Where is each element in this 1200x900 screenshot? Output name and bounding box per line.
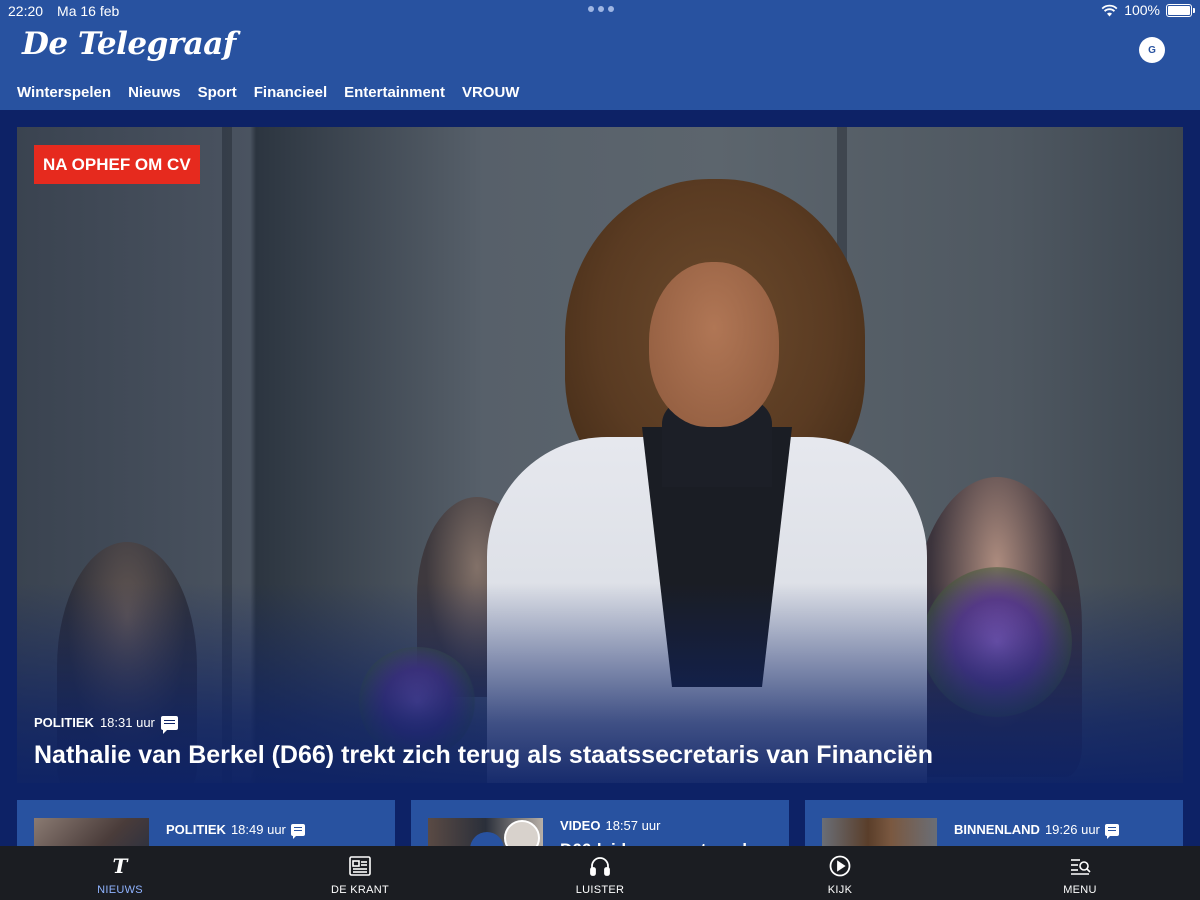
tab-label: KIJK xyxy=(827,884,853,896)
comment-icon xyxy=(160,715,178,734)
card-time: 18:49 uur xyxy=(230,822,286,837)
headphones-icon xyxy=(590,857,610,876)
status-bar: 22:20 Ma 16 feb 100% xyxy=(0,0,1200,22)
hero-article[interactable]: NA OPHEF OM CV POLITIEK 18:31 uur Nathal… xyxy=(17,127,1183,783)
hero-category: POLITIEK xyxy=(34,715,94,730)
account-avatar-button[interactable]: G xyxy=(1139,37,1165,63)
status-date: Ma 16 feb xyxy=(57,3,120,19)
tab-label: LUISTER xyxy=(575,884,625,896)
card-time: 18:57 uur xyxy=(605,818,661,833)
nav-item-nieuws[interactable]: Nieuws xyxy=(128,84,181,101)
menu-search-icon xyxy=(1071,859,1091,875)
multitasking-dots[interactable] xyxy=(588,6,614,12)
card-category: VIDEO xyxy=(560,818,601,833)
tab-luister[interactable]: LUISTER xyxy=(480,846,720,900)
card-category: BINNENLAND xyxy=(954,822,1040,837)
card-category: POLITIEK xyxy=(166,822,226,837)
app-header: De Telegraaf G Winterspelen Nieuws Sport… xyxy=(0,22,1200,110)
tab-de-krant[interactable]: DE KRANT xyxy=(240,846,480,900)
nav-item-winterspelen[interactable]: Winterspelen xyxy=(17,84,111,101)
bottom-tab-bar: T NIEUWS DE KRANT LUISTER KIJK MENU xyxy=(0,846,1200,900)
nav-item-sport[interactable]: Sport xyxy=(198,84,237,101)
comment-icon xyxy=(1104,823,1119,839)
card-time: 19:26 uur xyxy=(1044,822,1100,837)
tab-label: DE KRANT xyxy=(330,884,390,896)
nav-item-financieel[interactable]: Financieel xyxy=(254,84,327,101)
hero-time: 18:31 uur xyxy=(99,715,155,730)
hero-meta: POLITIEK 18:31 uur xyxy=(34,715,178,734)
comment-icon xyxy=(290,823,305,839)
wifi-icon xyxy=(1101,4,1118,16)
telegraaf-t-icon: T xyxy=(113,854,130,878)
section-nav: Winterspelen Nieuws Sport Financieel Ent… xyxy=(17,84,519,101)
telegraaf-logo[interactable]: De Telegraaf xyxy=(22,26,236,62)
hero-title[interactable]: Nathalie van Berkel (D66) trekt zich ter… xyxy=(34,741,933,770)
battery-icon xyxy=(1166,3,1195,17)
tab-label: MENU xyxy=(1063,884,1097,896)
play-circle-icon xyxy=(829,855,851,877)
nav-item-vrouw[interactable]: VROUW xyxy=(462,84,520,101)
tab-nieuws[interactable]: T NIEUWS xyxy=(0,846,240,900)
tab-menu[interactable]: MENU xyxy=(960,846,1200,900)
svg-text:T: T xyxy=(113,854,130,878)
tab-kijk[interactable]: KIJK xyxy=(720,846,960,900)
tab-label: NIEUWS xyxy=(97,884,143,896)
status-time: 22:20 xyxy=(8,3,44,19)
hero-label-badge: NA OPHEF OM CV xyxy=(34,145,200,184)
newspaper-icon xyxy=(349,856,371,876)
nav-item-entertainment[interactable]: Entertainment xyxy=(344,84,445,101)
battery-percent: 100% xyxy=(1124,2,1160,18)
